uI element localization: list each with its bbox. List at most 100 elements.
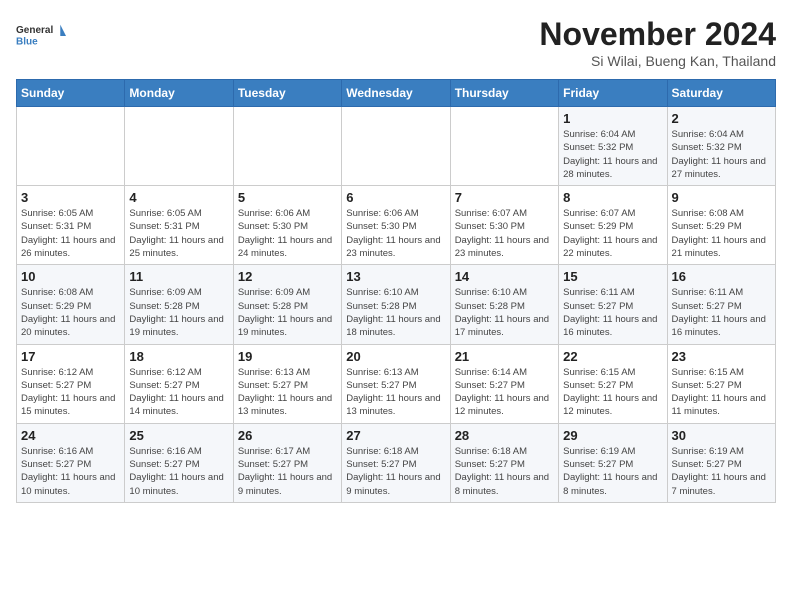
calendar-cell: 8 Sunrise: 6:07 AM Sunset: 5:29 PM Daylig… xyxy=(559,186,667,265)
day-number: 26 xyxy=(238,428,337,443)
calendar-cell: 5 Sunrise: 6:06 AM Sunset: 5:30 PM Daylig… xyxy=(233,186,341,265)
day-info: Sunrise: 6:12 AM Sunset: 5:27 PM Dayligh… xyxy=(21,366,120,419)
day-number: 27 xyxy=(346,428,445,443)
calendar-cell: 27 Sunrise: 6:18 AM Sunset: 5:27 PM Dayli… xyxy=(342,423,450,502)
calendar-cell: 17 Sunrise: 6:12 AM Sunset: 5:27 PM Dayli… xyxy=(17,344,125,423)
day-info: Sunrise: 6:07 AM Sunset: 5:29 PM Dayligh… xyxy=(563,207,662,260)
calendar-cell: 4 Sunrise: 6:05 AM Sunset: 5:31 PM Daylig… xyxy=(125,186,233,265)
day-number: 24 xyxy=(21,428,120,443)
calendar-cell: 23 Sunrise: 6:15 AM Sunset: 5:27 PM Dayli… xyxy=(667,344,775,423)
day-info: Sunrise: 6:16 AM Sunset: 5:27 PM Dayligh… xyxy=(129,445,228,498)
day-number: 16 xyxy=(672,269,771,284)
calendar-cell: 7Sunrise: 6:07 AM Sunset: 5:30 PM Daylig… xyxy=(450,186,558,265)
day-info: Sunrise: 6:11 AM Sunset: 5:27 PM Dayligh… xyxy=(672,286,771,339)
day-number: 8 xyxy=(563,190,662,205)
calendar-cell: 14 Sunrise: 6:10 AM Sunset: 5:28 PM Dayli… xyxy=(450,265,558,344)
day-number: 6 xyxy=(346,190,445,205)
day-number: 3 xyxy=(21,190,120,205)
day-info: Sunrise: 6:18 AM Sunset: 5:27 PM Dayligh… xyxy=(455,445,554,498)
calendar-week-5: 24 Sunrise: 6:16 AM Sunset: 5:27 PM Dayli… xyxy=(17,423,776,502)
day-info: Sunrise: 6:08 AM Sunset: 5:29 PM Dayligh… xyxy=(21,286,120,339)
day-number: 10 xyxy=(21,269,120,284)
location-title: Si Wilai, Bueng Kan, Thailand xyxy=(539,53,776,69)
day-number: 23 xyxy=(672,349,771,364)
day-number: 17 xyxy=(21,349,120,364)
calendar-cell: 18 Sunrise: 6:12 AM Sunset: 5:27 PM Dayli… xyxy=(125,344,233,423)
calendar-cell: 9 Sunrise: 6:08 AM Sunset: 5:29 PM Daylig… xyxy=(667,186,775,265)
day-info: Sunrise: 6:09 AM Sunset: 5:28 PM Dayligh… xyxy=(238,286,337,339)
logo-svg: General Blue xyxy=(16,16,66,56)
day-info: Sunrise: 6:12 AM Sunset: 5:27 PM Dayligh… xyxy=(129,366,228,419)
calendar-cell: 28 Sunrise: 6:18 AM Sunset: 5:27 PM Dayli… xyxy=(450,423,558,502)
day-info: Sunrise: 6:19 AM Sunset: 5:27 PM Dayligh… xyxy=(563,445,662,498)
weekday-header-tuesday: Tuesday xyxy=(233,80,341,107)
calendar-cell: 26Sunrise: 6:17 AM Sunset: 5:27 PM Dayli… xyxy=(233,423,341,502)
day-number: 4 xyxy=(129,190,228,205)
calendar-cell: 30 Sunrise: 6:19 AM Sunset: 5:27 PM Dayli… xyxy=(667,423,775,502)
day-number: 29 xyxy=(563,428,662,443)
day-info: Sunrise: 6:07 AM Sunset: 5:30 PM Dayligh… xyxy=(455,207,554,260)
calendar-cell: 21 Sunrise: 6:14 AM Sunset: 5:27 PM Dayli… xyxy=(450,344,558,423)
calendar-cell: 16 Sunrise: 6:11 AM Sunset: 5:27 PM Dayli… xyxy=(667,265,775,344)
calendar-cell: 1Sunrise: 6:04 AM Sunset: 5:32 PM Daylig… xyxy=(559,107,667,186)
weekday-header-saturday: Saturday xyxy=(667,80,775,107)
day-number: 12 xyxy=(238,269,337,284)
calendar-cell: 12 Sunrise: 6:09 AM Sunset: 5:28 PM Dayli… xyxy=(233,265,341,344)
day-number: 1 xyxy=(563,111,662,126)
day-number: 2 xyxy=(672,111,771,126)
day-number: 14 xyxy=(455,269,554,284)
day-info: Sunrise: 6:06 AM Sunset: 5:30 PM Dayligh… xyxy=(238,207,337,260)
day-number: 11 xyxy=(129,269,228,284)
calendar-cell xyxy=(233,107,341,186)
day-number: 13 xyxy=(346,269,445,284)
day-info: Sunrise: 6:05 AM Sunset: 5:31 PM Dayligh… xyxy=(21,207,120,260)
calendar-cell: 19Sunrise: 6:13 AM Sunset: 5:27 PM Dayli… xyxy=(233,344,341,423)
day-info: Sunrise: 6:16 AM Sunset: 5:27 PM Dayligh… xyxy=(21,445,120,498)
day-info: Sunrise: 6:19 AM Sunset: 5:27 PM Dayligh… xyxy=(672,445,771,498)
day-number: 22 xyxy=(563,349,662,364)
calendar-cell: 3 Sunrise: 6:05 AM Sunset: 5:31 PM Daylig… xyxy=(17,186,125,265)
calendar-cell: 29 Sunrise: 6:19 AM Sunset: 5:27 PM Dayli… xyxy=(559,423,667,502)
day-info: Sunrise: 6:14 AM Sunset: 5:27 PM Dayligh… xyxy=(455,366,554,419)
day-info: Sunrise: 6:08 AM Sunset: 5:29 PM Dayligh… xyxy=(672,207,771,260)
weekday-header-wednesday: Wednesday xyxy=(342,80,450,107)
day-info: Sunrise: 6:15 AM Sunset: 5:27 PM Dayligh… xyxy=(563,366,662,419)
day-number: 15 xyxy=(563,269,662,284)
calendar-cell: 10 Sunrise: 6:08 AM Sunset: 5:29 PM Dayli… xyxy=(17,265,125,344)
weekday-header-friday: Friday xyxy=(559,80,667,107)
weekday-header-row: SundayMondayTuesdayWednesdayThursdayFrid… xyxy=(17,80,776,107)
calendar-cell xyxy=(125,107,233,186)
calendar-cell: 15 Sunrise: 6:11 AM Sunset: 5:27 PM Dayli… xyxy=(559,265,667,344)
day-info: Sunrise: 6:04 AM Sunset: 5:32 PM Dayligh… xyxy=(672,128,771,181)
day-number: 5 xyxy=(238,190,337,205)
day-info: Sunrise: 6:10 AM Sunset: 5:28 PM Dayligh… xyxy=(455,286,554,339)
day-info: Sunrise: 6:18 AM Sunset: 5:27 PM Dayligh… xyxy=(346,445,445,498)
weekday-header-thursday: Thursday xyxy=(450,80,558,107)
calendar-cell: 20 Sunrise: 6:13 AM Sunset: 5:27 PM Dayli… xyxy=(342,344,450,423)
calendar-week-2: 3 Sunrise: 6:05 AM Sunset: 5:31 PM Daylig… xyxy=(17,186,776,265)
day-info: Sunrise: 6:11 AM Sunset: 5:27 PM Dayligh… xyxy=(563,286,662,339)
day-info: Sunrise: 6:06 AM Sunset: 5:30 PM Dayligh… xyxy=(346,207,445,260)
calendar-cell: 2 Sunrise: 6:04 AM Sunset: 5:32 PM Daylig… xyxy=(667,107,775,186)
weekday-header-sunday: Sunday xyxy=(17,80,125,107)
day-number: 9 xyxy=(672,190,771,205)
page-header: General Blue November 2024 Si Wilai, Bue… xyxy=(16,16,776,69)
weekday-header-monday: Monday xyxy=(125,80,233,107)
calendar-cell xyxy=(342,107,450,186)
calendar-table: SundayMondayTuesdayWednesdayThursdayFrid… xyxy=(16,79,776,503)
month-title: November 2024 xyxy=(539,16,776,53)
day-number: 20 xyxy=(346,349,445,364)
day-number: 30 xyxy=(672,428,771,443)
day-number: 18 xyxy=(129,349,228,364)
calendar-cell: 24 Sunrise: 6:16 AM Sunset: 5:27 PM Dayli… xyxy=(17,423,125,502)
day-info: Sunrise: 6:15 AM Sunset: 5:27 PM Dayligh… xyxy=(672,366,771,419)
day-number: 21 xyxy=(455,349,554,364)
calendar-cell: 22 Sunrise: 6:15 AM Sunset: 5:27 PM Dayli… xyxy=(559,344,667,423)
calendar-cell: 11Sunrise: 6:09 AM Sunset: 5:28 PM Dayli… xyxy=(125,265,233,344)
day-number: 19 xyxy=(238,349,337,364)
calendar-week-1: 1 Sunrise: 6:04 AM Sunset: 5:32 PM Daylig… xyxy=(17,107,776,186)
day-number: 28 xyxy=(455,428,554,443)
day-info: Sunrise: 6:13 AM Sunset: 5:27 PM Dayligh… xyxy=(346,366,445,419)
day-info: Sunrise: 6:05 AM Sunset: 5:31 PM Dayligh… xyxy=(129,207,228,260)
svg-text:Blue: Blue xyxy=(16,37,38,48)
